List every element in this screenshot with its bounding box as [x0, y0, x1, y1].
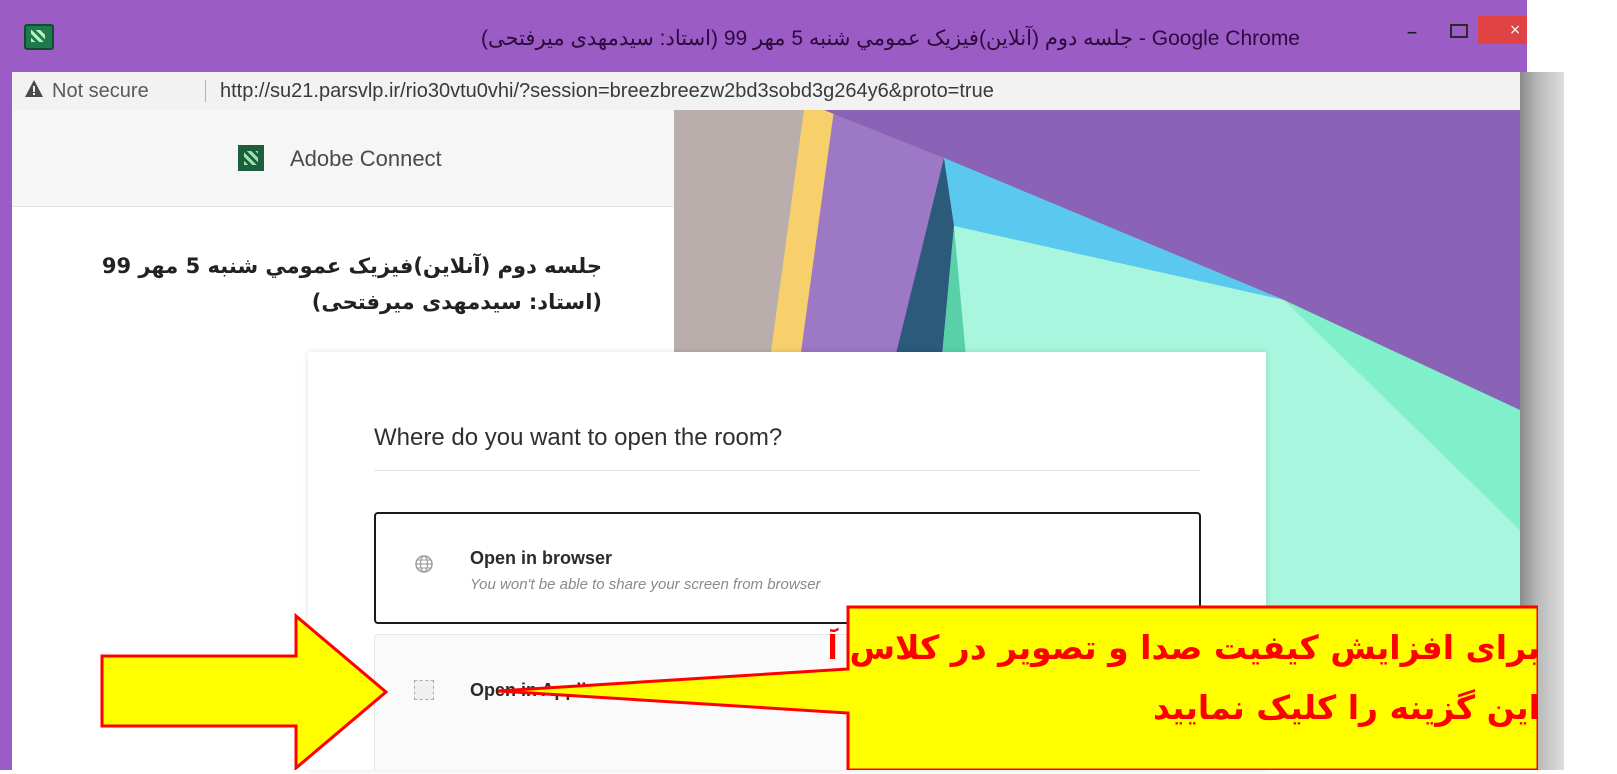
close-button[interactable]: × — [1478, 16, 1527, 44]
callout-line-2: این گزینه را کلیک نمایید — [1152, 688, 1540, 727]
open-in-browser-description: You won't be able to share your screen f… — [470, 576, 821, 593]
yellow-arrow-annotation — [100, 612, 390, 772]
callout-text: برای افزایش کیفیت صدا و تصویر در کلاس آن… — [830, 618, 1540, 738]
brand-name: Adobe Connect — [290, 146, 442, 171]
dialog-divider — [374, 470, 1200, 471]
application-icon — [414, 680, 434, 700]
url-text[interactable]: http://su21.parsvlp.ir/rio30vtu0vhi/?ses… — [220, 78, 994, 104]
window-title: Google Chrome - جلسه دوم (آنلاین)فیزیک ع… — [481, 27, 1300, 50]
dialog-question: Where do you want to open the room? — [374, 424, 783, 451]
meeting-title: جلسه دوم (آنلاین)فیزیک عمومي شنبه 5 مهر … — [101, 254, 602, 314]
address-separator — [205, 80, 206, 102]
adobe-connect-window-icon — [24, 24, 54, 50]
globe-icon — [414, 554, 434, 574]
minimize-button[interactable]: – — [1395, 20, 1429, 50]
adobe-connect-logo-icon — [238, 145, 264, 171]
warning-triangle-icon[interactable] — [24, 79, 44, 99]
maximize-button[interactable] — [1442, 22, 1476, 52]
security-status-label[interactable]: Not secure — [52, 78, 149, 104]
open-in-browser-title[interactable]: Open in browser — [470, 545, 612, 571]
callout-line-1: برای افزایش کیفیت صدا و تصویر در کلاس آن… — [830, 628, 1540, 667]
